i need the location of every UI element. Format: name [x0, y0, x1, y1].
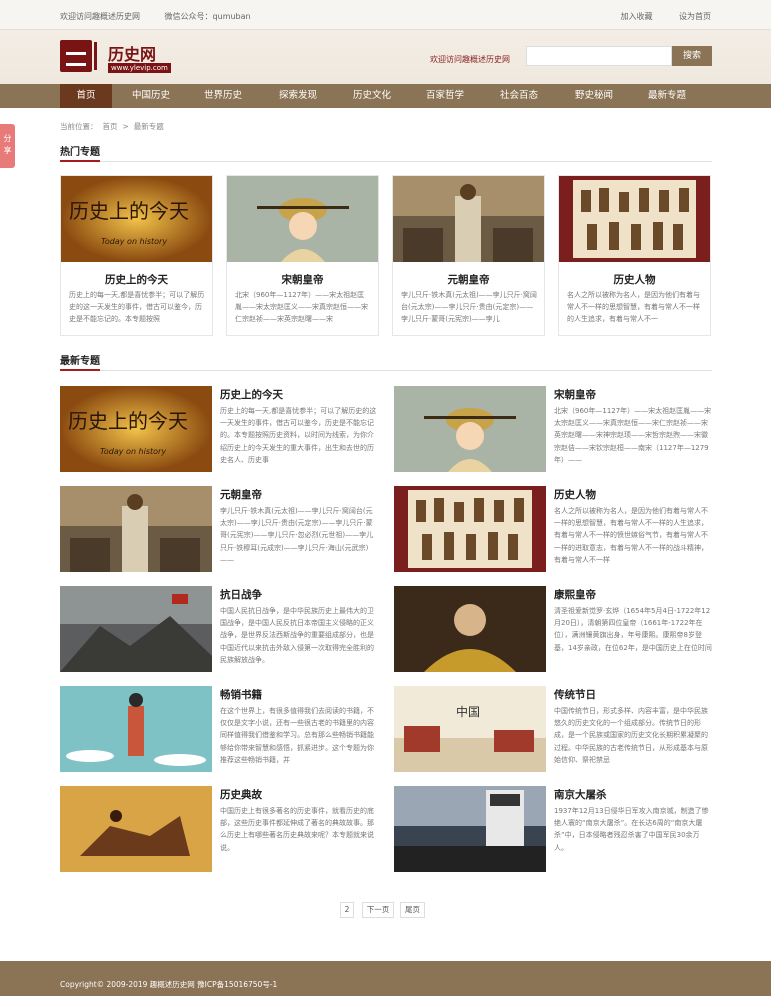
hot-card-desc: 名人之所以被称为名人，是因为他们有着与常人不一样的思想智慧，有着与常人不一样的人… [567, 291, 700, 323]
add-favorite-link[interactable]: 加入收藏 [620, 12, 652, 21]
list-item[interactable]: 历史典故 中国历史上有很多著名的历史事件，就看历史的底部，这些历史事件都延伸成了… [60, 786, 378, 872]
svg-text:Today on history: Today on history [101, 237, 167, 246]
pager-next[interactable]: 下一页 [362, 902, 394, 918]
list-item-title[interactable]: 历史上的今天 [220, 387, 283, 402]
hot-card-image[interactable] [559, 176, 710, 262]
list-item-desc: 清圣祖爱新觉罗·玄烨（1654年5月4日-1722年12月20日），清朝第四位皇… [554, 607, 712, 652]
latest-section-header: 最新专题 [60, 352, 712, 371]
top-welcome: 欢迎访问趣概述历史网 [60, 12, 140, 21]
hot-section-header: 热门专题 [60, 143, 712, 162]
hot-card-image[interactable] [393, 176, 544, 262]
list-item-title[interactable]: 元朝皇帝 [220, 487, 262, 502]
hot-card-title[interactable]: 元朝皇帝 [393, 272, 544, 287]
share-side-tab[interactable]: 分享 [0, 124, 15, 168]
list-item-desc: 名人之所以被称为名人，是因为他们有着与常人不一样的思想智慧，有着与常人不一样的人… [554, 507, 708, 564]
hot-card[interactable]: 历史上的今天 Today on history 历史上的今天 历史上的每一天,都是… [60, 175, 213, 336]
list-item-desc: 中国人民抗日战争，是中华民族历史上最伟大的卫国战争，是中国人民反抗日本帝国主义侵… [220, 607, 374, 664]
nav-item-philosophy[interactable]: 百家哲学 [412, 84, 478, 108]
list-item[interactable]: 元朝皇帝 孛儿只斤·铁木真(元太祖)——孛儿只斤·窝阔台(元太宗)——孛儿只斤·… [60, 486, 378, 572]
list-item-title[interactable]: 历史人物 [554, 487, 596, 502]
list-item-desc: 1937年12月13日侵华日军攻入南京城，制造了惨绝人寰的“南京大屠杀”。在长达… [554, 807, 709, 852]
list-item[interactable]: 畅销书籍 在这个世界上，有很多值得我们去阅读的书籍，不仅仅是文字小说，还有一些很… [60, 686, 378, 772]
list-item-image[interactable]: 中国 [394, 686, 546, 772]
hot-card[interactable]: 宋朝皇帝 北宋（960年—1127年）——宋太祖赵匡胤——宋太宗赵匡义——宋真宗… [226, 175, 379, 336]
nav-item-world-history[interactable]: 世界历史 [190, 84, 256, 108]
list-item[interactable]: 中国 传统节日 中国传统节日，形式多样、内容丰富，是中华民族悠久的历史文化的一个… [394, 686, 712, 772]
list-item-desc: 孛儿只斤·铁木真(元太祖)——孛儿只斤·窝阔台(元太宗)——孛儿只斤·贵由(元定… [220, 507, 374, 564]
list-item-title[interactable]: 畅销书籍 [220, 687, 262, 702]
hot-card-image[interactable] [227, 176, 378, 262]
hot-card-desc: 历史上的每一天,都是喜忧参半；可以了解历史的这一天发生的事件，借古可以鉴今，历史… [69, 291, 205, 323]
list-item-title[interactable]: 抗日战争 [220, 587, 262, 602]
list-item-title[interactable]: 康熙皇帝 [554, 587, 596, 602]
main-nav: 首页 中国历史 世界历史 探索发现 历史文化 百家哲学 社会百态 野史秘闻 最新… [0, 84, 771, 108]
list-item-desc: 中国传统节日，形式多样、内容丰富，是中华民族悠久的历史文化的一个组成部分。传统节… [554, 707, 708, 764]
list-item-desc: 历史上的每一天,都是喜忧参半；可以了解历史的这一天发生的事件，借古可以鉴今，历史… [220, 407, 377, 464]
latest-section-title: 最新专题 [60, 352, 100, 371]
svg-text:历史上的今天: 历史上的今天 [68, 409, 188, 433]
nav-item-explore[interactable]: 探索发现 [265, 84, 331, 108]
list-item-title[interactable]: 南京大屠杀 [554, 787, 607, 802]
nav-item-society[interactable]: 社会百态 [486, 84, 552, 108]
list-item-image[interactable] [60, 586, 212, 672]
footer: Copyright© 2009-2019 趣概述历史网 豫ICP备1501675… [0, 961, 771, 996]
hot-card[interactable]: 历史人物 名人之所以被称为名人，是因为他们有着与常人不一样的思想智慧，有着与常人… [558, 175, 711, 336]
hot-section-title: 热门专题 [60, 143, 100, 162]
top-wechat: 微信公众号：qumuban [164, 12, 251, 21]
list-item-desc: 中国历史上有很多著名的历史事件，就看历史的底部，这些历史事件都延伸成了著名的典故… [220, 807, 374, 852]
nav-item-secrets[interactable]: 野史秘闻 [561, 84, 627, 108]
list-item-desc: 北宋（960年—1127年）——宋太祖赵匡胤——宋太宗赵匡义——宋真宗赵恒——宋… [554, 407, 712, 464]
nav-item-culture[interactable]: 历史文化 [339, 84, 405, 108]
search-button[interactable]: 搜索 [672, 46, 712, 66]
logo-url: www.ylevip.com [108, 63, 171, 73]
list-item[interactable]: 历史上的今天 Today on history 历史上的今天 历史上的每一天,都是… [60, 386, 378, 472]
hot-card-title[interactable]: 历史人物 [559, 272, 710, 287]
hot-card[interactable]: 元朝皇帝 孛儿只斤·铁木真(元太祖)——孛儿只斤·窝阔台(元太宗)——孛儿只斤·… [392, 175, 545, 336]
pager-last[interactable]: 尾页 [400, 902, 425, 918]
svg-text:Today on history: Today on history [100, 447, 166, 456]
logo-name: 历史网 [108, 45, 157, 64]
svg-text:历史上的今天: 历史上的今天 [69, 199, 189, 223]
list-item-image[interactable] [394, 586, 546, 672]
list-item-title[interactable]: 宋朝皇帝 [554, 387, 596, 402]
list-item-image[interactable] [60, 786, 212, 872]
header: 历史网 www.ylevip.com 欢迎访问趣概述历史网 搜索 [0, 30, 771, 84]
list-item-image[interactable] [394, 386, 546, 472]
list-item-title[interactable]: 传统节日 [554, 687, 596, 702]
svg-text:中国: 中国 [456, 704, 480, 719]
list-item-image[interactable] [60, 486, 212, 572]
pager-page[interactable]: 2 [340, 902, 354, 918]
hot-card-title[interactable]: 宋朝皇帝 [227, 272, 378, 287]
list-item-title[interactable]: 历史典故 [220, 787, 262, 802]
nav-item-home[interactable]: 首页 [60, 84, 112, 108]
list-item-image[interactable] [394, 486, 546, 572]
hot-card-title[interactable]: 历史上的今天 [61, 272, 212, 287]
breadcrumb-home[interactable]: 首页 [103, 122, 118, 131]
header-welcome: 欢迎访问趣概述历史网 [430, 55, 510, 64]
list-item[interactable]: 历史人物 名人之所以被称为名人，是因为他们有着与常人不一样的思想智慧，有着与常人… [394, 486, 712, 572]
site-logo[interactable]: 历史网 www.ylevip.com [60, 40, 171, 74]
list-item[interactable]: 南京大屠杀 1937年12月13日侵华日军攻入南京城，制造了惨绝人寰的“南京大屠… [394, 786, 712, 872]
list-item-image[interactable]: 历史上的今天 Today on history [60, 386, 212, 472]
list-item-image[interactable] [394, 786, 546, 872]
hot-card-desc: 孛儿只斤·铁木真(元太祖)——孛儿只斤·窝阔台(元太宗)——孛儿只斤·贵由(元定… [401, 291, 537, 323]
hot-card-image[interactable]: 历史上的今天 Today on history [61, 176, 212, 262]
nav-item-topics[interactable]: 最新专题 [634, 84, 700, 108]
list-item[interactable]: 康熙皇帝 清圣祖爱新觉罗·玄烨（1654年5月4日-1722年12月20日），清… [394, 586, 712, 672]
footer-copyright: Copyright© 2009-2019 趣概述历史网 豫ICP备1501675… [60, 980, 278, 989]
nav-item-china-history[interactable]: 中国历史 [118, 84, 184, 108]
search-input[interactable] [526, 46, 672, 66]
set-homepage-link[interactable]: 设为首页 [679, 12, 711, 21]
list-item[interactable]: 抗日战争 中国人民抗日战争，是中华民族历史上最伟大的卫国战争，是中国人民反抗日本… [60, 586, 378, 672]
breadcrumb-current: 最新专题 [133, 122, 164, 131]
breadcrumb: 当前位置： 首页 > 最新专题 [60, 122, 164, 131]
hot-card-desc: 北宋（960年—1127年）——宋太祖赵匡胤——宋太宗赵匡义——宋真宗赵恒——宋… [235, 291, 368, 323]
list-item[interactable]: 宋朝皇帝 北宋（960年—1127年）——宋太祖赵匡胤——宋太宗赵匡义——宋真宗… [394, 386, 712, 472]
list-item-image[interactable] [60, 686, 212, 772]
logo-mark-icon [60, 40, 92, 72]
top-bar: 欢迎访问趣概述历史网 微信公众号：qumuban 加入收藏 设为首页 [0, 0, 771, 30]
list-item-desc: 在这个世界上，有很多值得我们去阅读的书籍，不仅仅是文字小说，还有一些很古老的书籍… [220, 707, 374, 764]
